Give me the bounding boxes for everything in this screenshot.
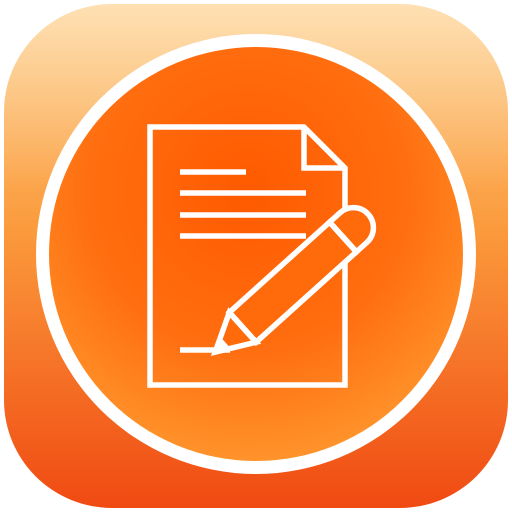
icon-disc	[49, 47, 463, 461]
icon-canvas	[0, 0, 512, 512]
app-icon[interactable]	[0, 0, 512, 512]
